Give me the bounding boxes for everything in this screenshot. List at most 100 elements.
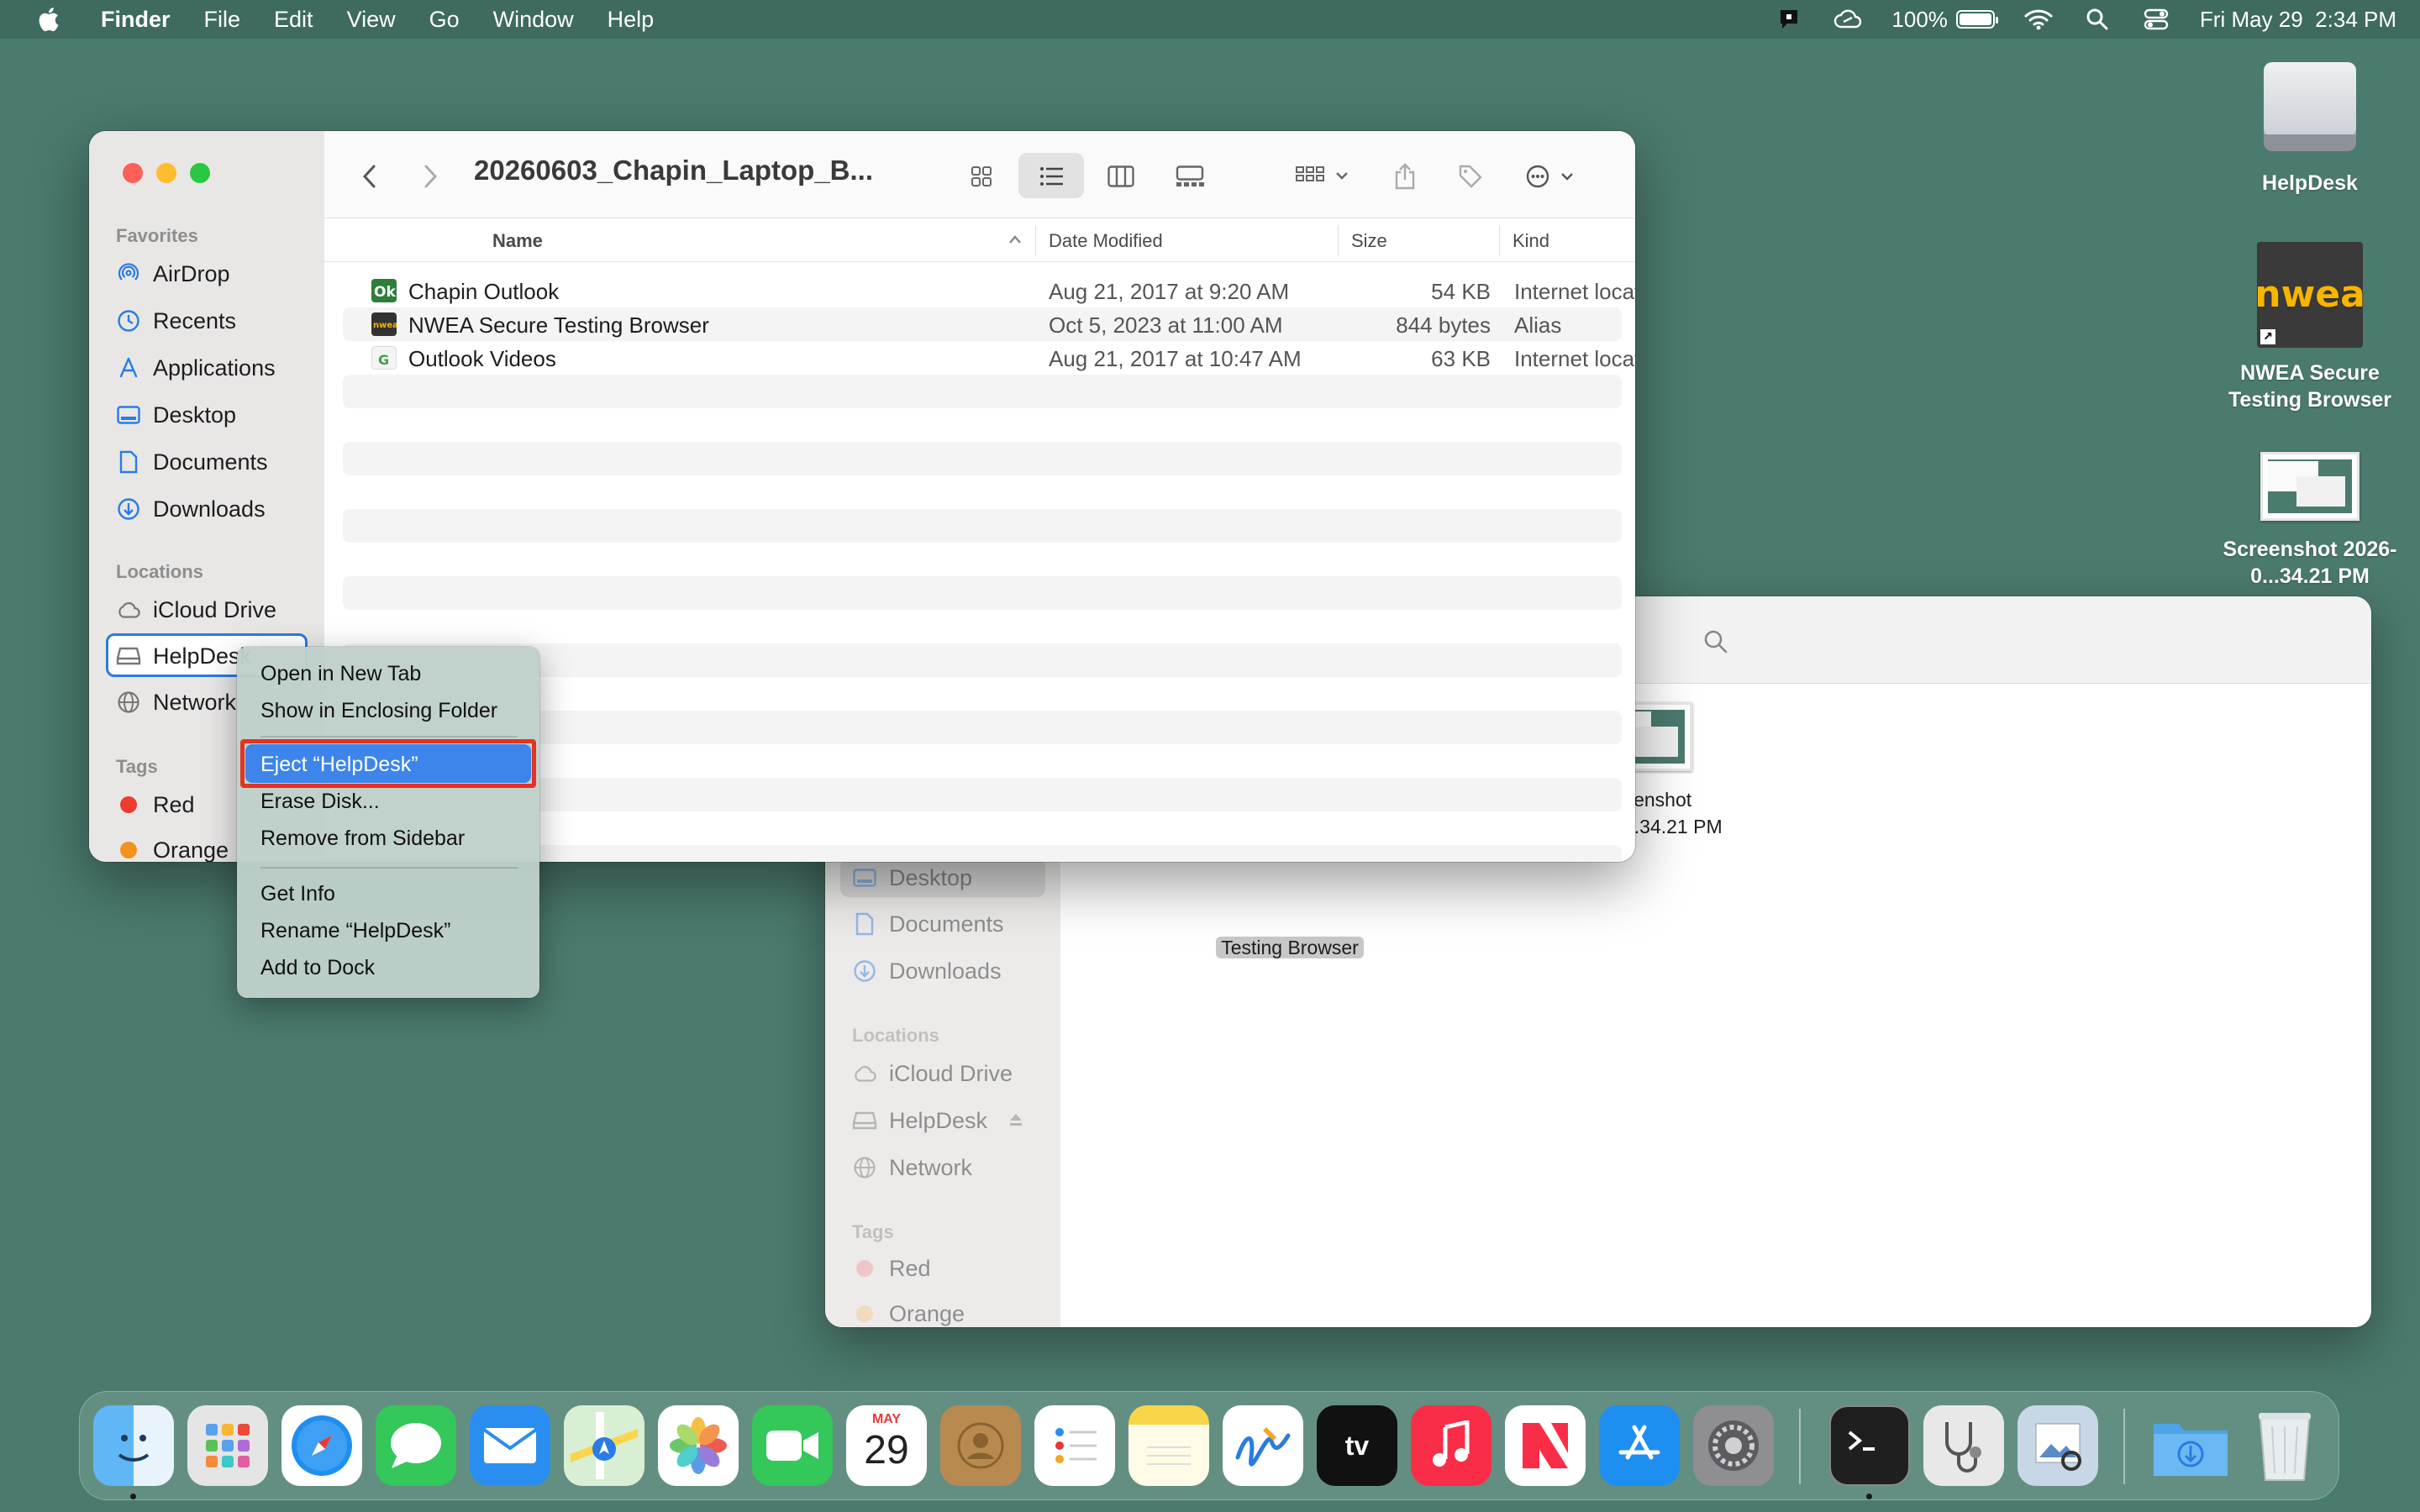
file-row[interactable]: G Outlook Videos Aug 21, 2017 at 10:47 A… (343, 341, 1635, 375)
apple-menu-icon[interactable] (29, 0, 67, 39)
zoom-window-icon[interactable] (190, 163, 210, 183)
column-view-icon[interactable] (1102, 160, 1139, 193)
launchpad-icon[interactable] (187, 1405, 268, 1486)
desktop-item-helpdesk[interactable]: HelpDesk (2213, 59, 2407, 197)
menu-help[interactable]: Help (608, 7, 655, 33)
messages-icon[interactable] (376, 1405, 456, 1486)
file-date: Aug 21, 2017 at 10:47 AM (1049, 346, 1302, 371)
sidebar-tag-red[interactable]: Red (116, 785, 195, 825)
contacts-icon[interactable] (940, 1405, 1021, 1486)
group-by-icon[interactable] (1291, 160, 1358, 193)
sidebar-item-network[interactable]: Network (852, 1147, 972, 1188)
menu-edit[interactable]: Edit (274, 7, 313, 33)
terminal-icon[interactable] (1829, 1405, 1910, 1486)
maps-icon[interactable] (564, 1405, 644, 1486)
close-window-icon[interactable] (123, 163, 143, 183)
news-icon[interactable] (1505, 1405, 1586, 1486)
eject-icon[interactable] (1007, 1108, 1024, 1134)
spotlight-search-icon[interactable] (2082, 7, 2112, 32)
tag-label: Orange (889, 1300, 965, 1326)
wifi-icon[interactable] (2023, 7, 2054, 32)
column-date-modified[interactable]: Date Modified (1049, 230, 1163, 252)
gallery-view-icon[interactable] (1171, 160, 1208, 193)
safari-icon[interactable] (281, 1405, 362, 1486)
system-settings-icon[interactable] (1693, 1405, 1774, 1486)
menu-finder[interactable]: Finder (101, 7, 171, 33)
desktop-item-screenshot[interactable]: Screenshot 2026-0...34.21 PM (2213, 452, 2407, 590)
sort-chevron-icon[interactable] (1008, 228, 1022, 250)
menu-item-add-to-dock[interactable]: Add to Dock (260, 956, 375, 980)
column-kind[interactable]: Kind (1512, 230, 1549, 252)
menu-item-open-new-tab[interactable]: Open in New Tab (260, 662, 421, 686)
freeform-icon[interactable] (1223, 1405, 1303, 1486)
sidebar-item-label: Recents (153, 307, 237, 333)
view-controls (324, 131, 1635, 218)
sidebar-tag-orange[interactable]: Orange (116, 830, 229, 862)
trash-icon[interactable] (2244, 1405, 2325, 1486)
photos-icon[interactable] (658, 1405, 739, 1486)
chat-status-icon[interactable] (1774, 7, 1804, 32)
dock-separator (1799, 1409, 1801, 1484)
tag-label: Red (153, 791, 195, 817)
sidebar-item-network[interactable]: Network (116, 682, 236, 722)
menu-window[interactable]: Window (493, 7, 574, 33)
menu-file[interactable]: File (204, 7, 241, 33)
sidebar-tag-red[interactable]: Red (852, 1248, 931, 1289)
menu-go[interactable]: Go (429, 7, 460, 33)
sidebar-item-icloud[interactable]: iCloud Drive (852, 1053, 1013, 1094)
file-row[interactable]: Ok Chapin Outlook Aug 21, 2017 at 9:20 A… (343, 274, 1635, 307)
sidebar-item-downloads[interactable]: Downloads (852, 951, 1002, 991)
icon-view-icon[interactable] (963, 160, 1000, 193)
calendar-day: 29 (864, 1428, 909, 1473)
control-center-icon[interactable] (2141, 7, 2171, 32)
desktop-item-label: NWEA Secure Testing Browser (2228, 361, 2392, 412)
more-actions-icon[interactable] (1521, 160, 1588, 193)
battery-icon (1955, 10, 1998, 29)
minimize-window-icon[interactable] (156, 163, 176, 183)
menu-item-show-enclosing-folder[interactable]: Show in Enclosing Folder (260, 699, 497, 723)
column-name[interactable]: Name (492, 230, 543, 252)
sidebar-item-downloads[interactable]: Downloads (116, 489, 266, 529)
finder-icon[interactable] (93, 1405, 174, 1486)
sidebar-item-desktop[interactable]: Desktop (852, 858, 972, 898)
search-icon[interactable] (1697, 625, 1734, 659)
sidebar-item-icloud[interactable]: iCloud Drive (116, 590, 276, 630)
menu-view[interactable]: View (347, 7, 396, 33)
menubar-clock[interactable]: Fri May 29 2:34 PM (2200, 7, 2396, 33)
sidebar-item-documents[interactable]: Documents (852, 904, 1004, 944)
menu-item-eject[interactable]: Eject “HelpDesk” (260, 753, 418, 777)
desktop-item-nwea[interactable]: nwea ↗ NWEA Secure Testing Browser (2213, 242, 2407, 413)
share-icon[interactable] (1386, 160, 1423, 193)
apple-tv-icon[interactable]: tv (1317, 1405, 1397, 1486)
file-kind: Alias (1514, 312, 1562, 338)
tag-icon[interactable] (1452, 160, 1489, 193)
menu-item-get-info[interactable]: Get Info (260, 882, 335, 906)
preview-icon[interactable] (2018, 1405, 2098, 1486)
mail-icon[interactable] (470, 1405, 550, 1486)
file-row[interactable]: nwea NWEA Secure Testing Browser Oct 5, … (343, 307, 1622, 341)
sidebar-item-recents[interactable]: Recents (116, 301, 236, 341)
notes-icon[interactable] (1128, 1405, 1209, 1486)
sidebar-item-desktop[interactable]: Desktop (116, 395, 236, 435)
sidebar-item-applications[interactable]: Applications (116, 348, 276, 388)
reminders-icon[interactable] (1034, 1405, 1115, 1486)
sidebar-item-helpdesk[interactable]: HelpDesk (852, 1100, 1024, 1141)
disk-utility-icon[interactable] (1923, 1405, 2004, 1486)
desktop-file-nwea[interactable]: Testing Browser (1193, 934, 1386, 961)
menu-item-remove-from-sidebar[interactable]: Remove from Sidebar (260, 827, 465, 851)
facetime-icon[interactable] (752, 1405, 833, 1486)
music-icon[interactable] (1411, 1405, 1491, 1486)
app-store-icon[interactable] (1599, 1405, 1680, 1486)
calendar-icon[interactable]: MAY 29 (846, 1405, 927, 1486)
sidebar-tag-orange[interactable]: Orange (852, 1294, 965, 1327)
menu-item-erase-disk[interactable]: Erase Disk... (260, 790, 380, 814)
sidebar-section-tags: Tags (852, 1221, 894, 1242)
list-view-icon[interactable] (1034, 160, 1071, 193)
menu-item-rename[interactable]: Rename “HelpDesk” (260, 919, 450, 943)
column-size[interactable]: Size (1351, 230, 1387, 252)
downloads-folder-icon[interactable] (2150, 1405, 2231, 1486)
battery-status[interactable]: 100% (1891, 7, 1998, 33)
sidebar-item-documents[interactable]: Documents (116, 442, 268, 482)
creative-cloud-icon[interactable] (1833, 7, 1863, 32)
sidebar-item-airdrop[interactable]: AirDrop (116, 254, 230, 294)
